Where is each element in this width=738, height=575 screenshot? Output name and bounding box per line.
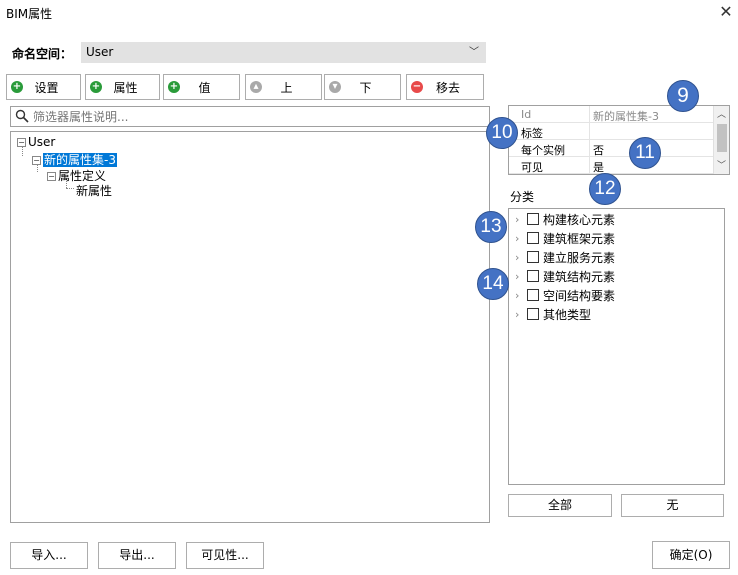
grid-value[interactable]: 否	[593, 142, 604, 158]
grid-key: 每个实例	[521, 144, 565, 157]
remove-button[interactable]: − 移去	[406, 74, 484, 100]
move-up-button-label: 上	[280, 80, 293, 95]
category-item-label: 建筑结构元素	[543, 269, 616, 284]
chevron-down-icon: ﹀	[469, 47, 479, 58]
select-none-button[interactable]: 无	[621, 494, 724, 517]
export-button[interactable]: 导出...	[98, 542, 176, 569]
add-property-button-label: 属性	[113, 80, 138, 95]
category-list[interactable]: › 构建核心元素 › 建筑框架元素 › 建立服务元素 › 建筑结构元素 › 空间结构要素 …	[508, 208, 725, 485]
visibility-button[interactable]: 可见性...	[186, 542, 264, 569]
chevron-up-icon[interactable]: ︿	[717, 107, 726, 120]
callout-badge: 10	[486, 117, 518, 149]
close-icon[interactable]: ✕	[716, 2, 736, 22]
category-item-label: 其他类型	[543, 307, 592, 322]
search-icon	[15, 109, 29, 123]
move-down-button[interactable]: ▾ 下	[324, 74, 401, 100]
chevron-right-icon[interactable]: ›	[515, 232, 527, 245]
namespace-select[interactable]: User ﹀	[81, 42, 486, 63]
checkbox[interactable]	[527, 308, 539, 320]
tree-node-root-label: User	[28, 135, 56, 149]
callout-badge: 14	[477, 268, 509, 300]
collapse-icon[interactable]: −	[47, 172, 56, 181]
chevron-right-icon[interactable]: ›	[515, 213, 527, 226]
window-title: BIM属性	[6, 7, 53, 21]
callout-badge: 12	[589, 173, 621, 205]
tree-node-property-label: 新属性	[76, 184, 113, 198]
namespace-label: 命名空间：	[12, 47, 73, 61]
category-item-label: 建立服务元素	[543, 250, 616, 265]
collapse-icon[interactable]: −	[17, 138, 26, 147]
scroll-thumb[interactable]	[717, 124, 727, 152]
checkbox[interactable]	[527, 213, 539, 225]
add-property-button[interactable]: + 属性	[85, 74, 160, 100]
remove-icon: −	[411, 81, 423, 93]
grid-key: Id	[521, 108, 532, 121]
callout-badge: 13	[475, 211, 507, 243]
checkbox[interactable]	[527, 251, 539, 263]
select-all-button[interactable]: 全部	[508, 494, 612, 517]
grid-row[interactable]: 可见 是	[509, 157, 713, 174]
tree-node-property-set[interactable]: − 新的属性集-3	[32, 151, 117, 168]
add-value-button-label: 值	[198, 80, 211, 95]
callout-badge: 11	[629, 137, 661, 169]
category-item-label: 空间结构要素	[543, 288, 616, 303]
category-item[interactable]: › 建立服务元素	[515, 248, 615, 266]
import-button[interactable]: 导入...	[10, 542, 88, 569]
search-input[interactable]	[33, 108, 483, 125]
chevron-right-icon[interactable]: ›	[515, 270, 527, 283]
move-down-button-label: 下	[359, 80, 372, 95]
add-value-button[interactable]: + 值	[163, 74, 240, 100]
settings-button-label: 设置	[34, 80, 59, 95]
add-icon: +	[11, 81, 23, 93]
chevron-right-icon[interactable]: ›	[515, 251, 527, 264]
grid-key: 可见	[521, 161, 543, 174]
tree-line	[66, 188, 74, 189]
category-item[interactable]: › 其他类型	[515, 305, 591, 323]
move-up-button[interactable]: ▴ 上	[245, 74, 322, 100]
grid-row[interactable]: 标签	[509, 123, 713, 140]
chevron-right-icon[interactable]: ›	[515, 308, 527, 321]
add-icon: +	[90, 81, 102, 93]
grid-row[interactable]: 每个实例 否	[509, 140, 713, 157]
collapse-icon[interactable]: −	[32, 156, 41, 165]
grid-key: 标签	[521, 127, 543, 140]
settings-button[interactable]: + 设置	[6, 74, 81, 100]
checkbox[interactable]	[527, 232, 539, 244]
tree-node-property-set-label: 新的属性集-3	[43, 153, 117, 167]
category-item[interactable]: › 空间结构要素	[515, 286, 615, 304]
property-tree[interactable]: − User − 新的属性集-3 − 属性定义 新属性	[10, 131, 490, 523]
category-item-label: 构建核心元素	[543, 212, 616, 227]
tree-node-property[interactable]: 新属性	[76, 182, 112, 199]
chevron-right-icon[interactable]: ›	[515, 289, 527, 302]
category-item[interactable]: › 构建核心元素	[515, 210, 615, 228]
namespace-value: User	[86, 45, 114, 59]
category-label: 分类	[510, 190, 535, 204]
search-box[interactable]	[10, 106, 490, 127]
property-grid[interactable]: Id 新的属性集-3 标签 每个实例 否 可见 是 ︿ ﹀	[508, 105, 730, 175]
category-item-label: 建筑框架元素	[543, 231, 616, 246]
ok-button[interactable]: 确定(O)	[652, 541, 730, 569]
tree-node-root[interactable]: − User	[17, 135, 55, 149]
add-icon: +	[168, 81, 180, 93]
category-item[interactable]: › 建筑结构元素	[515, 267, 615, 285]
grid-scrollbar[interactable]: ︿ ﹀	[713, 106, 729, 174]
callout-badge: 9	[667, 80, 699, 112]
remove-button-label: 移去	[435, 80, 460, 95]
checkbox[interactable]	[527, 289, 539, 301]
checkbox[interactable]	[527, 270, 539, 282]
tree-node-definition-label: 属性定义	[58, 169, 107, 183]
category-item[interactable]: › 建筑框架元素	[515, 229, 615, 247]
up-icon: ▴	[250, 81, 262, 93]
grid-value: 新的属性集-3	[593, 110, 659, 123]
chevron-down-icon[interactable]: ﹀	[717, 158, 726, 171]
down-icon: ▾	[329, 81, 341, 93]
